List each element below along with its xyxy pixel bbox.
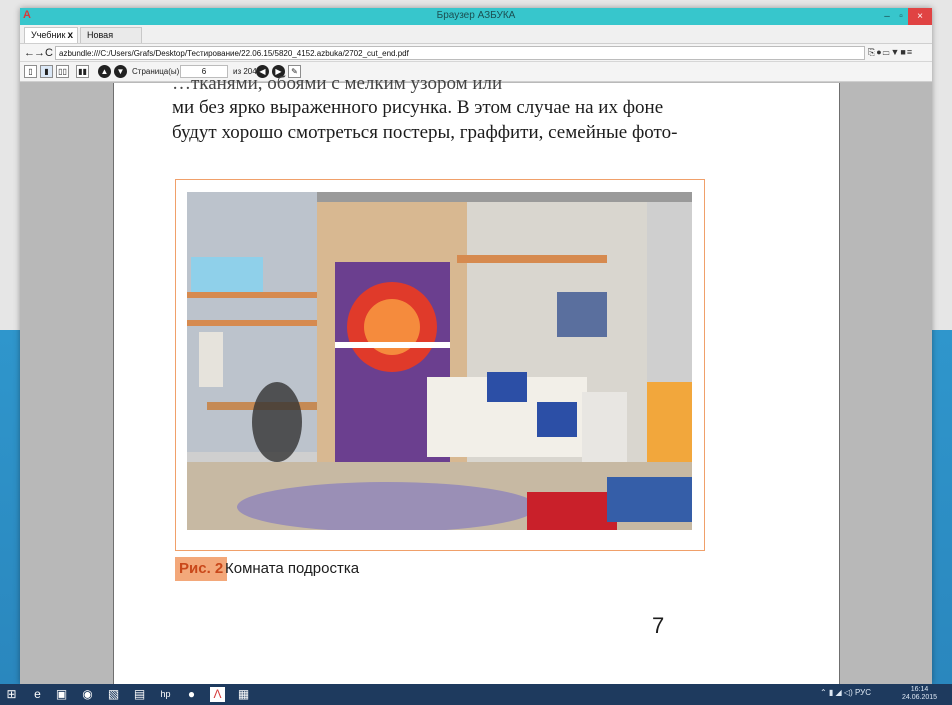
window-title: Браузер АЗБУКА [436, 10, 516, 21]
system-tray[interactable]: ⌃ ▮ ◢ ◁) РУС [820, 688, 871, 697]
app-icon[interactable]: ▣ [54, 687, 69, 702]
url-input[interactable] [55, 46, 865, 60]
two-page-continuous-button[interactable]: ▮▮ [76, 65, 89, 78]
teen-room-photo [187, 192, 692, 530]
tab-new[interactable]: Новая вкладка [80, 27, 142, 55]
app-icon[interactable]: ● [184, 687, 199, 702]
two-page-button[interactable]: ▯▯ [56, 65, 69, 78]
azbuka-icon[interactable]: Λ [210, 687, 225, 702]
text-line: будут хорошо смотреться постеры, граффит… [172, 122, 678, 143]
app-icon[interactable]: ◉ [80, 687, 95, 702]
continuous-page-button[interactable]: ▮ [40, 65, 53, 78]
tab-label: Учебник [31, 30, 66, 40]
browser-window: A Браузер АЗБУКА – ▫ × Учебник x Новая в… [20, 8, 932, 684]
single-page-button[interactable]: ▯ [24, 65, 37, 78]
app-icon[interactable]: ▦ [236, 687, 251, 702]
maximize-button[interactable]: ▫ [894, 8, 908, 25]
next-page-button[interactable]: ▼ [114, 65, 127, 78]
clock[interactable]: 16:14 24.06.2015 [902, 686, 937, 702]
close-tab-icon[interactable]: x [67, 28, 73, 43]
address-tools-icons[interactable]: ⎘●▭▼■≡ [868, 47, 913, 59]
text-line-partial: …тканями, обоями с мелким узором или [172, 73, 503, 94]
pdf-page: …тканями, обоями с мелким узором или ми … [113, 73, 840, 684]
title-bar: A Браузер АЗБУКА – ▫ × [20, 8, 932, 25]
hp-icon[interactable]: hp [158, 687, 173, 702]
ie-icon[interactable]: e [30, 687, 45, 702]
prev-page-button[interactable]: ▲ [98, 65, 111, 78]
room-illustration [187, 192, 692, 530]
minimize-button[interactable]: – [880, 8, 894, 25]
taskbar: ⊞ e ▣ ◉ ▧ ▤ hp ● Λ ▦ ⌃ ▮ ◢ ◁) РУС 16:14 … [0, 684, 952, 705]
app-icon[interactable]: ▧ [106, 687, 121, 702]
clock-date: 24.06.2015 [902, 694, 938, 701]
close-window-button[interactable]: × [908, 8, 932, 25]
reload-icon[interactable]: C [44, 46, 54, 60]
tab-bar: Учебник x Новая вкладка [20, 25, 932, 55]
folder-icon[interactable]: ▤ [132, 687, 147, 702]
address-bar: ← → C ⎘●▭▼■≡ [20, 44, 932, 62]
figure-frame [175, 179, 705, 551]
tab-textbook[interactable]: Учебник x [24, 27, 78, 43]
caption-text: Комната подростка [225, 560, 360, 577]
caption-label: Рис. 2 [175, 557, 228, 581]
document-viewer[interactable]: …тканями, обоями с мелким узором или ми … [20, 73, 932, 684]
page-number: 7 [652, 613, 665, 638]
forward-arrow-icon[interactable]: → [34, 46, 45, 60]
clock-time: 16:14 [910, 686, 929, 693]
start-icon[interactable]: ⊞ [4, 687, 19, 702]
back-arrow-icon[interactable]: ← [24, 46, 35, 60]
text-line: ми без ярко выраженного рисунка. В этом … [172, 97, 664, 118]
